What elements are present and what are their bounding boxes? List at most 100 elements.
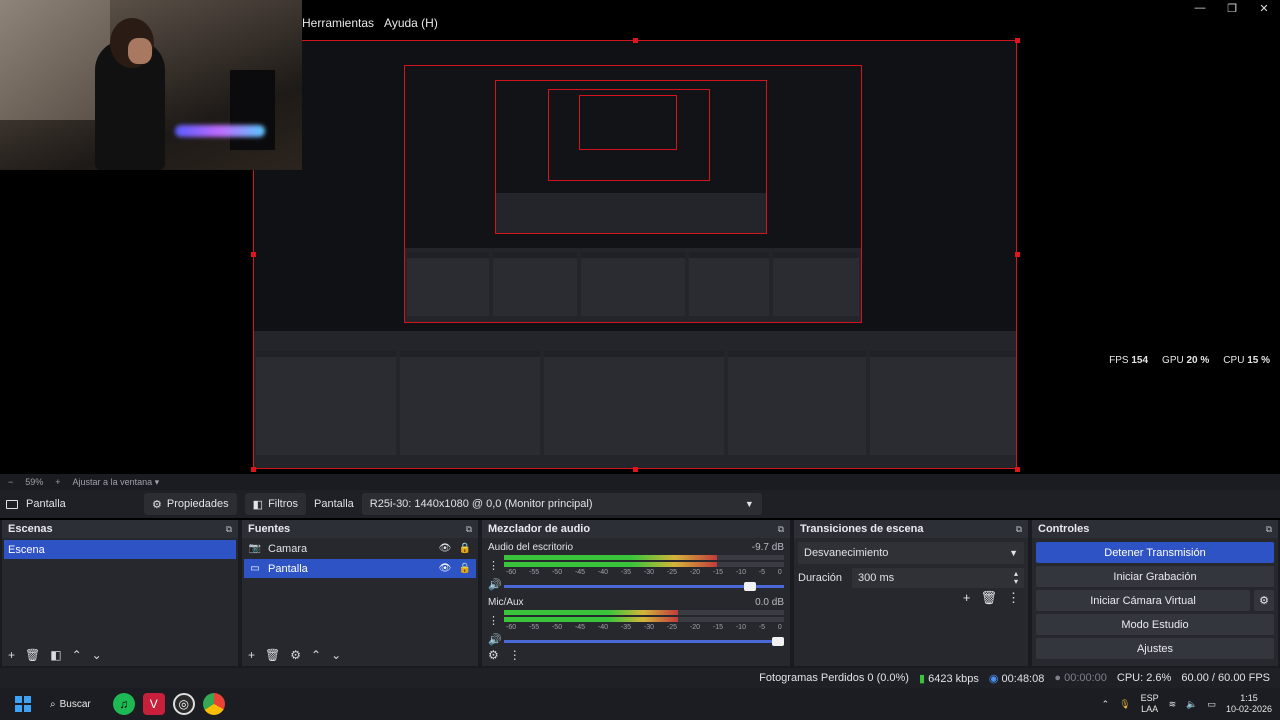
- scene-item[interactable]: Escena: [4, 540, 236, 559]
- advanced-audio-icon[interactable]: ⚙: [488, 648, 499, 662]
- kebab-menu-icon[interactable]: ⋮: [509, 648, 521, 662]
- chevron-up-icon[interactable]: ⌃: [1102, 699, 1110, 710]
- trash-icon[interactable]: 🗑: [265, 648, 280, 662]
- wifi-icon[interactable]: ≋: [1169, 699, 1177, 710]
- volume-slider[interactable]: [504, 636, 784, 646]
- resize-handle-ml[interactable]: [251, 252, 256, 257]
- stream-time-value: 00:48:08: [1001, 672, 1045, 685]
- obs-icon[interactable]: ◎: [172, 693, 195, 715]
- filters-button[interactable]: ◧ Filtros: [244, 493, 307, 515]
- resize-handle-mr[interactable]: [1015, 252, 1020, 257]
- sources-title: Fuentes: [248, 523, 291, 535]
- volume-slider[interactable]: [504, 581, 784, 591]
- battery-icon[interactable]: ▭: [1207, 699, 1216, 710]
- meter-tick-label: -10: [735, 624, 746, 631]
- resize-handle-bc[interactable]: [633, 467, 638, 472]
- display-select[interactable]: R25i-30: 1440x1080 @ 0,0 (Monitor princi…: [361, 493, 762, 515]
- kebab-menu-icon[interactable]: ⋮: [1007, 590, 1020, 606]
- close-button[interactable]: ✕: [1248, 0, 1280, 16]
- kebab-menu-icon[interactable]: ⋮: [488, 614, 499, 627]
- resize-handle-bl[interactable]: [251, 467, 256, 472]
- add-icon[interactable]: +: [963, 590, 971, 606]
- settings-button[interactable]: Ajustes: [1036, 638, 1274, 659]
- stop-stream-button[interactable]: Detener Transmisión: [1036, 542, 1274, 563]
- screen-capture-source[interactable]: [253, 40, 1017, 469]
- start-recording-button[interactable]: Iniciar Grabación: [1036, 566, 1274, 587]
- start-recording-label: Iniciar Grabación: [1113, 570, 1197, 583]
- gear-icon[interactable]: ⚙: [290, 648, 301, 662]
- undock-icon[interactable]: ⧉: [1266, 524, 1272, 535]
- cpu-value: 15 %: [1247, 355, 1270, 366]
- meter-tick-label: -35: [620, 624, 632, 631]
- app-red-icon[interactable]: V: [142, 693, 165, 715]
- eye-icon[interactable]: 👁: [438, 563, 452, 574]
- undock-icon[interactable]: ⧉: [226, 524, 232, 535]
- kebab-menu-icon[interactable]: ⋮: [488, 559, 499, 572]
- fit-to-window-select[interactable]: Ajustar a la ventana ▾: [73, 477, 160, 488]
- resize-handle-tr[interactable]: [1015, 38, 1020, 43]
- menu-help[interactable]: Ayuda (H): [384, 16, 438, 30]
- zoom-in-button[interactable]: +: [55, 477, 60, 487]
- microphone-icon[interactable]: 🎙: [1119, 699, 1130, 710]
- duration-input[interactable]: 300 ms ▴ ▾: [852, 568, 1024, 588]
- webcam-source[interactable]: [0, 0, 302, 170]
- minimize-button[interactable]: —: [1184, 0, 1216, 16]
- resize-handle-tc[interactable]: [633, 38, 638, 43]
- virtual-camera-settings-button[interactable]: ⚙: [1254, 590, 1274, 611]
- bitrate-indicator: ▮ 6423 kbps: [919, 672, 979, 685]
- window-controls: — ❐ ✕: [1184, 0, 1280, 16]
- studio-mode-button[interactable]: Modo Estudio: [1036, 614, 1274, 635]
- speaker-icon[interactable]: 🔊: [488, 633, 502, 646]
- windows-start-icon[interactable]: [12, 693, 34, 715]
- start-virtual-camera-button[interactable]: Iniciar Cámara Virtual: [1036, 590, 1250, 611]
- add-icon[interactable]: +: [248, 648, 255, 662]
- controls-dock: Controles ⧉ Detener Transmisión Iniciar …: [1032, 520, 1278, 666]
- lock-icon[interactable]: 🔒: [458, 563, 472, 574]
- properties-button[interactable]: ⚙ Propiedades: [144, 493, 237, 515]
- undock-icon[interactable]: ⧉: [1016, 524, 1022, 535]
- maximize-button[interactable]: ❐: [1216, 0, 1248, 16]
- speaker-icon[interactable]: 🔊: [488, 578, 502, 591]
- chevron-up-icon[interactable]: ⌃: [72, 648, 82, 662]
- meter-tick-label: -50: [551, 624, 563, 631]
- clock[interactable]: 1:15 10-02-2026: [1226, 693, 1272, 715]
- fps-value: 154: [1131, 355, 1149, 366]
- taskbar-search[interactable]: ⌕ Buscar: [50, 699, 91, 710]
- source-item-pantalla[interactable]: ▭ Pantalla 👁 🔒: [244, 559, 476, 578]
- undock-icon[interactable]: ⧉: [778, 524, 784, 535]
- eye-icon[interactable]: 👁: [438, 543, 452, 554]
- chevron-up-icon[interactable]: ⌃: [311, 648, 321, 662]
- filter-icon: ◧: [252, 498, 264, 511]
- fps-readout: 60.00 / 60.00 FPS: [1181, 672, 1270, 684]
- zoom-out-button[interactable]: −: [8, 477, 13, 487]
- gear-icon: ⚙: [1259, 595, 1269, 607]
- transition-select[interactable]: Desvanecimiento ▼: [798, 542, 1024, 564]
- source-item-label: Pantalla: [268, 562, 308, 575]
- track-db: 0.0 dB: [755, 597, 784, 608]
- resize-handle-br[interactable]: [1015, 467, 1020, 472]
- volume-icon[interactable]: 🔈: [1186, 699, 1197, 710]
- chevron-down-icon[interactable]: ⌄: [331, 648, 341, 662]
- lock-icon[interactable]: 🔒: [458, 543, 472, 554]
- chevron-down-icon: ▼: [1009, 548, 1018, 558]
- spinner-icon[interactable]: ▴ ▾: [1014, 570, 1018, 586]
- meter-tick-label: 0: [777, 569, 782, 576]
- nested-capture-4: [579, 95, 677, 150]
- selected-source-name: Pantalla: [26, 498, 66, 510]
- audio-mixer-dock: Mezclador de audio ⧉ Audio del escritori…: [482, 520, 790, 666]
- chrome-icon[interactable]: [202, 693, 225, 715]
- language-indicator[interactable]: ESP LAA: [1141, 693, 1159, 715]
- fps-label: FPS: [1109, 355, 1129, 366]
- spotify-icon[interactable]: ♫: [112, 693, 135, 715]
- add-icon[interactable]: +: [8, 648, 15, 662]
- filter-icon[interactable]: ◧: [50, 648, 61, 662]
- trash-icon[interactable]: 🗑: [980, 590, 997, 606]
- undock-icon[interactable]: ⧉: [466, 524, 472, 535]
- meter-tick-label: -40: [597, 569, 609, 576]
- source-item-camara[interactable]: 📷 Camara 👁 🔒: [244, 539, 476, 558]
- menu-tools[interactable]: Herramientas: [302, 16, 374, 30]
- preview-area[interactable]: Herramientas Ayuda (H) — ❐ ✕ FPS 154 GPU…: [0, 0, 1280, 474]
- chevron-down-icon[interactable]: ⌄: [92, 648, 102, 662]
- trash-icon[interactable]: 🗑: [25, 648, 40, 662]
- meter-tick-label: -25: [666, 624, 678, 631]
